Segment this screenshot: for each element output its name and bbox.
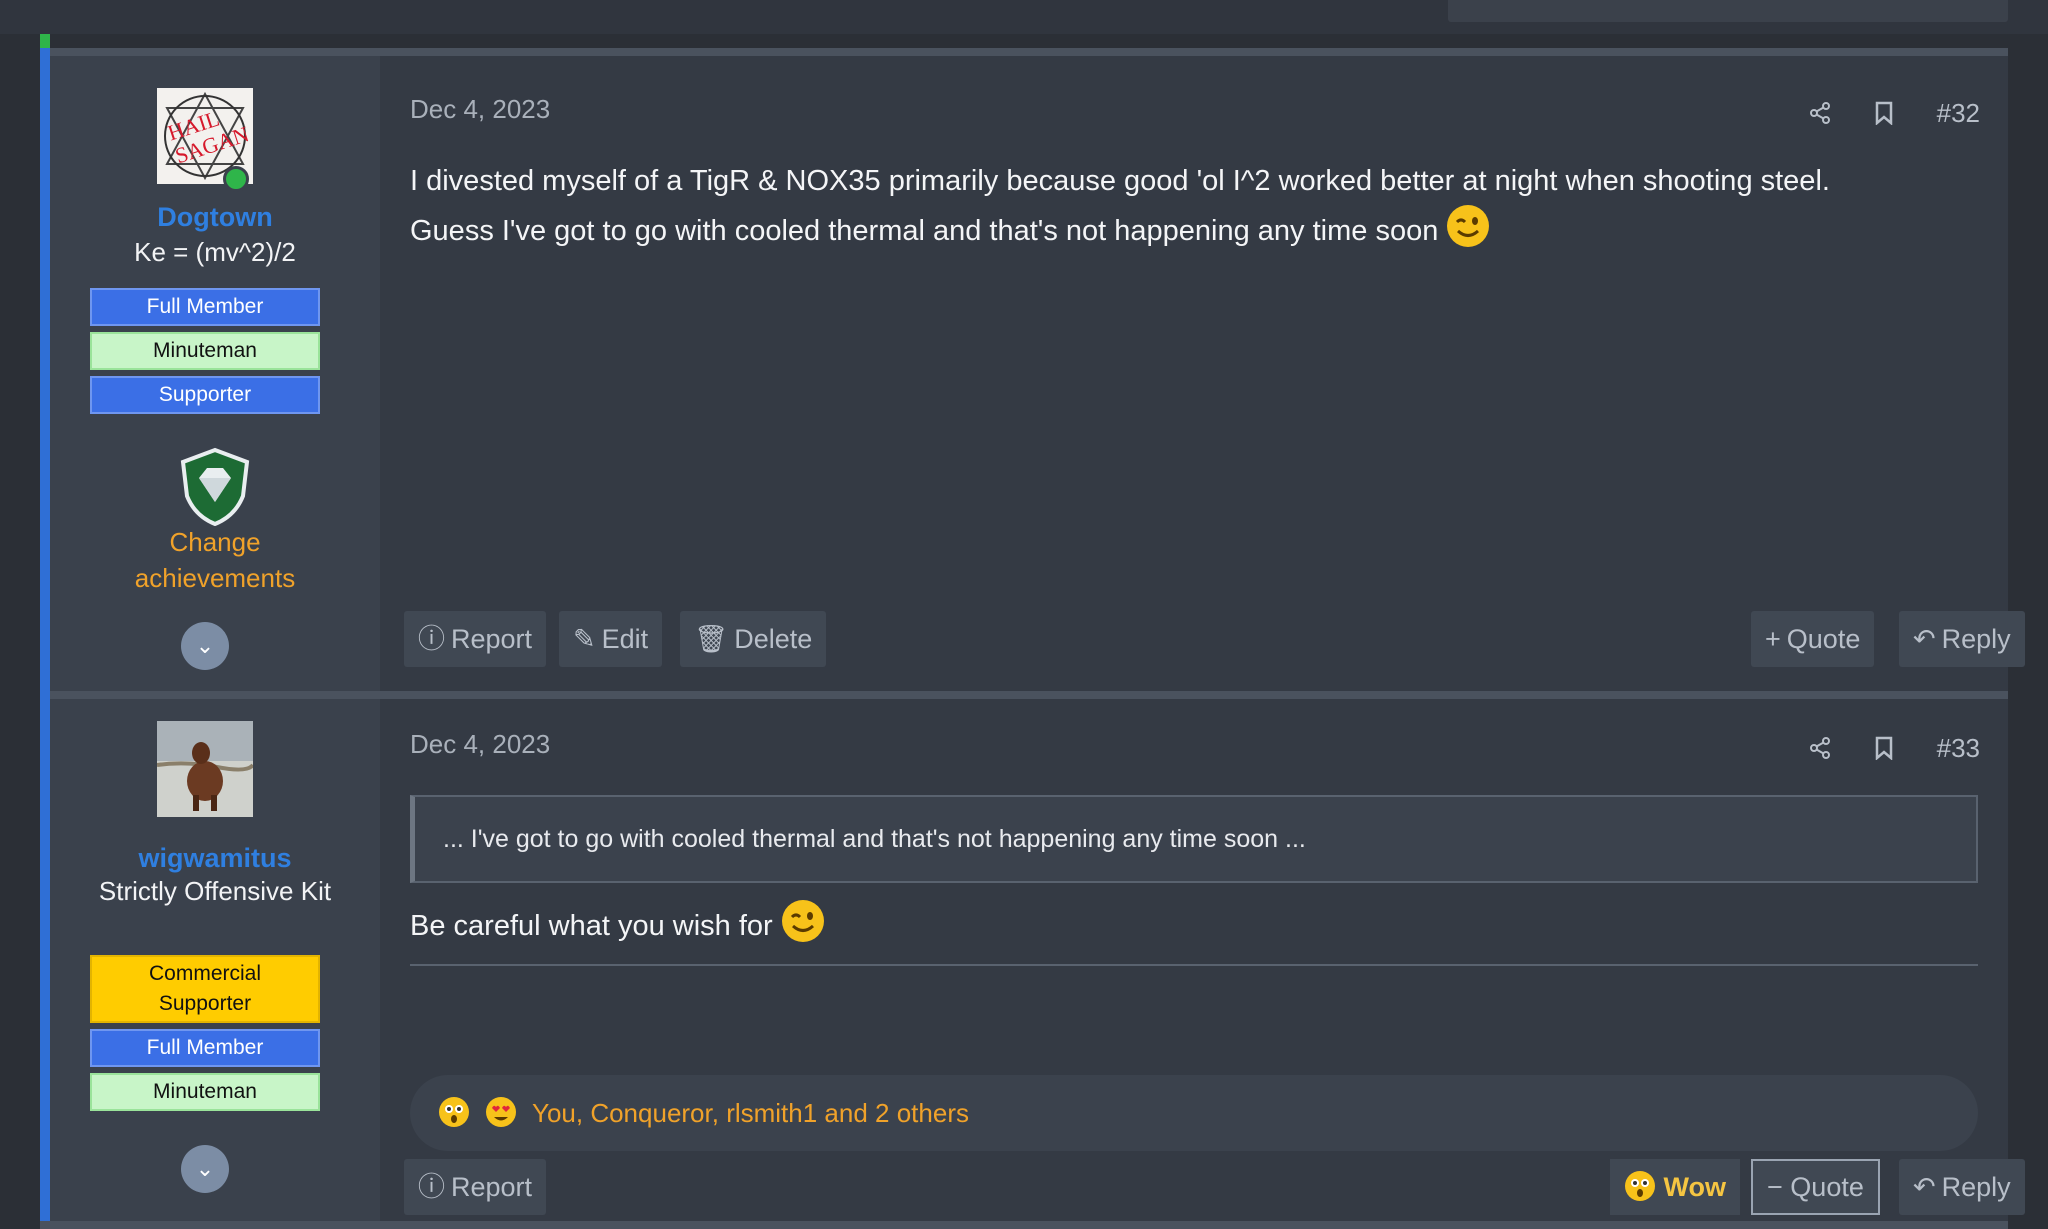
post-body-text: Guess I've got to go with cooled thermal… xyxy=(410,215,1439,247)
wink-emoji xyxy=(781,900,824,942)
banner-full-member: Full Member xyxy=(90,288,320,326)
report-button[interactable]: ⓘ Report xyxy=(404,1159,547,1215)
post-body: I divested myself of a TigR & NOX35 prim… xyxy=(410,158,1968,254)
share-icon[interactable] xyxy=(1808,733,1839,763)
delete-icon: 🗑 xyxy=(694,624,729,654)
banner-minuteman: Minuteman xyxy=(90,1073,320,1111)
post-tools: #32 xyxy=(1774,98,1980,129)
chevron-down-icon[interactable]: ⌄ xyxy=(181,1145,229,1193)
reactions-text[interactable]: You, Conqueror, rlsmith1 and 2 others xyxy=(532,1098,969,1128)
edit-button[interactable]: ✎ Edit xyxy=(559,611,663,667)
bookmark-icon[interactable] xyxy=(1873,98,1902,128)
username[interactable]: Dogtown xyxy=(50,202,380,233)
online-status-icon xyxy=(223,166,249,192)
message-cell: Dec 4, 2023 #32 I divested myself of a T… xyxy=(380,56,2025,691)
report-icon: ⓘ xyxy=(418,624,445,654)
post-body: Be careful what you wish for xyxy=(410,899,1968,949)
post-32: HAIL SAGAN Dogtown Ke = (mv^2)/2 Full Me… xyxy=(40,48,2025,691)
signature-divider xyxy=(410,964,1978,966)
diamond-shield-icon[interactable] xyxy=(175,446,255,527)
minus-icon: − xyxy=(1767,1172,1783,1202)
post-body-line: Guess I've got to go with cooled thermal… xyxy=(410,204,1968,254)
bookmark-icon[interactable] xyxy=(1873,733,1902,763)
search-box[interactable] xyxy=(1448,0,2008,22)
post-body-text: Be careful what you wish for xyxy=(410,910,773,942)
reactions-bar[interactable]: You, Conqueror, rlsmith1 and 2 others xyxy=(410,1075,1978,1151)
reply-icon: ↶ xyxy=(1913,1172,1936,1202)
quote-button-active[interactable]: − Quote xyxy=(1751,1159,1880,1215)
user-title-text: Strictly Offensive Kit xyxy=(98,876,332,906)
share-icon[interactable] xyxy=(1808,98,1839,128)
post-tools: #33 xyxy=(1774,733,1980,764)
username[interactable]: wigwamitus xyxy=(50,843,380,874)
post-number[interactable]: #32 xyxy=(1937,98,1980,128)
wow-emoji xyxy=(439,1097,469,1127)
plus-icon: + xyxy=(1765,624,1781,654)
user-cell: wigwamitus Strictly Offensive Kit Commer… xyxy=(50,699,380,1229)
report-icon: ⓘ xyxy=(418,1172,445,1202)
quote-block[interactable]: ... I've got to go with cooled thermal a… xyxy=(410,795,1978,883)
achievement-label[interactable]: Change xyxy=(50,524,380,560)
delete-button[interactable]: 🗑 Delete xyxy=(680,611,827,667)
love-emoji xyxy=(486,1097,517,1127)
achievement-label[interactable]: achievements xyxy=(50,560,380,596)
user-title: Ke = (mv^2)/2 xyxy=(134,237,296,267)
banner-supporter: Supporter xyxy=(90,376,320,414)
post-accent xyxy=(40,691,50,1229)
wink-emoji xyxy=(1447,205,1490,247)
quote-button[interactable]: + Quote xyxy=(1751,611,1875,667)
report-button[interactable]: ⓘ Report xyxy=(404,611,547,667)
thread: HAIL SAGAN Dogtown Ke = (mv^2)/2 Full Me… xyxy=(40,48,2025,1229)
message-cell: Dec 4, 2023 #33 ... I've got to go with … xyxy=(380,699,2025,1229)
wow-emoji xyxy=(1625,1171,1655,1201)
reply-button[interactable]: ↶ Reply xyxy=(1899,1159,2025,1215)
banner-minuteman: Minuteman xyxy=(90,332,320,370)
banner-text: Commercial Supporter xyxy=(148,962,261,1015)
post-number[interactable]: #33 xyxy=(1937,733,1980,763)
banner-full-member: Full Member xyxy=(90,1029,320,1067)
user-cell: HAIL SAGAN Dogtown Ke = (mv^2)/2 Full Me… xyxy=(50,56,380,691)
top-bar xyxy=(0,0,2048,48)
edit-icon: ✎ xyxy=(573,624,596,654)
user-title: Strictly Offensive Kit xyxy=(50,873,380,909)
post-33: wigwamitus Strictly Offensive Kit Commer… xyxy=(40,691,2025,1229)
post-accent xyxy=(40,48,50,691)
avatar[interactable] xyxy=(157,721,253,817)
banner-commercial-supporter: Commercial Supporter xyxy=(90,955,320,1023)
post-body-line: I divested myself of a TigR & NOX35 prim… xyxy=(410,165,1830,197)
new-indicator xyxy=(40,34,50,48)
post-date[interactable]: Dec 4, 2023 xyxy=(410,94,550,125)
chevron-down-icon[interactable]: ⌄ xyxy=(181,622,229,670)
post-date[interactable]: Dec 4, 2023 xyxy=(410,729,550,760)
wow-reaction-button[interactable]: Wow xyxy=(1610,1159,1741,1215)
reply-button[interactable]: ↶ Reply xyxy=(1899,611,2025,667)
next-post-border xyxy=(40,1221,2008,1229)
reply-icon: ↶ xyxy=(1913,624,1936,654)
